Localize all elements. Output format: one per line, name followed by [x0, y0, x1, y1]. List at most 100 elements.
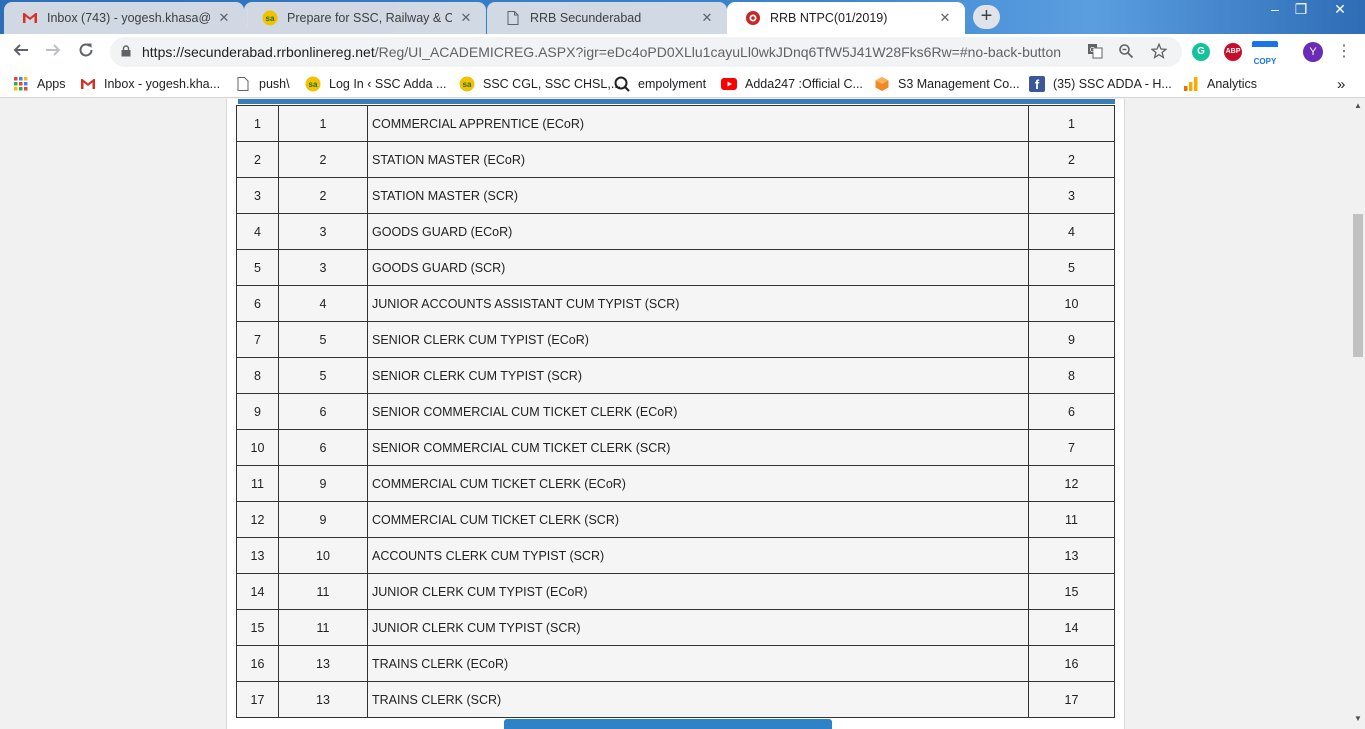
serial-number-cell: 5 [236, 249, 279, 286]
post-name-cell: JUNIOR CLERK CUM TYPIST (ECoR) [367, 573, 1029, 610]
preference-cell: 4 [1028, 213, 1115, 250]
post-name-cell: SENIOR CLERK CUM TYPIST (ECoR) [367, 321, 1029, 358]
back-button[interactable] [9, 40, 33, 64]
analytics-icon [1183, 76, 1199, 92]
bookmarks-bar: Apps Inbox - yogesh.kha... push\ sa Log … [0, 70, 1365, 98]
serial-number-cell: 17 [236, 681, 279, 718]
apps-icon [13, 76, 29, 92]
close-icon[interactable]: ✕ [699, 10, 715, 26]
gmail-icon [80, 76, 96, 92]
tab-rrb-secunderabad[interactable]: RRB Secunderabad ✕ [487, 2, 727, 34]
bookmark-apps[interactable]: Apps [13, 70, 66, 98]
post-code-cell: 11 [278, 609, 368, 646]
preference-cell: 16 [1028, 645, 1115, 682]
adblock-plus-icon[interactable]: ABP [1224, 43, 1242, 61]
table-row: 8 5 SENIOR CLERK CUM TYPIST (SCR) 8 [236, 357, 1115, 394]
bottom-action-bar[interactable] [504, 719, 832, 729]
bookmark-label: S3 Management Co... [898, 77, 1020, 91]
menu-kebab-icon[interactable]: ⋮ [1332, 40, 1356, 64]
post-code-cell: 6 [278, 429, 368, 466]
post-name-cell: ACCOUNTS CLERK CUM TYPIST (SCR) [367, 537, 1029, 574]
bookmark-analytics[interactable]: Analytics [1183, 70, 1257, 98]
tab-title: RRB NTPC(01/2019) [770, 11, 888, 25]
profile-avatar[interactable]: Y [1303, 42, 1323, 62]
forward-button[interactable] [41, 40, 65, 64]
url-path: /Reg/UI_ACADEMICREG.ASPX?igr=eDc4oPD0XLl… [374, 44, 1062, 60]
bookmark-ssc-adda-facebook[interactable]: f (35) SSC ADDA - H... [1029, 70, 1172, 98]
preference-cell: 11 [1028, 501, 1115, 538]
post-code-cell: 9 [278, 501, 368, 538]
tab-gmail-inbox[interactable]: Inbox (743) - yogesh.khasa@adda ✕ [4, 2, 244, 34]
serial-number-cell: 12 [236, 501, 279, 538]
maximize-button[interactable]: ❐ [1287, 0, 1315, 18]
preference-cell: 17 [1028, 681, 1115, 718]
table-row: 14 11 JUNIOR CLERK CUM TYPIST (ECoR) 15 [236, 573, 1115, 610]
post-code-cell: 5 [278, 357, 368, 394]
bookmark-adda247[interactable]: Adda247 :Official C... [721, 70, 863, 98]
bookmarks-overflow-button[interactable]: » [1337, 70, 1345, 98]
preference-cell: 14 [1028, 609, 1115, 646]
preference-cell: 13 [1028, 537, 1115, 574]
bookmark-star-icon[interactable] [1150, 42, 1168, 61]
serial-number-cell: 1 [236, 105, 279, 142]
bookmark-ssc-cgl[interactable]: sa SSC CGL, SSC CHSL,... [459, 70, 621, 98]
post-name-cell: GOODS GUARD (ECoR) [367, 213, 1029, 250]
vertical-scrollbar[interactable]: ▲ ▼ [1351, 99, 1365, 729]
serial-number-cell: 3 [236, 177, 279, 214]
close-icon[interactable]: ✕ [458, 10, 474, 26]
tab-prepare-ssc[interactable]: sa Prepare for SSC, Railway & Other ✕ [244, 2, 486, 34]
lock-icon [121, 45, 131, 57]
bookmark-inbox[interactable]: Inbox - yogesh.kha... [80, 70, 220, 98]
svg-text:G: G [1090, 47, 1095, 54]
panel-header-bar [238, 99, 1115, 104]
new-tab-button[interactable]: + [973, 5, 1000, 29]
window-close-button[interactable]: ✕ [1326, 0, 1354, 18]
post-code-cell: 1 [278, 105, 368, 142]
preference-cell: 15 [1028, 573, 1115, 610]
serial-number-cell: 15 [236, 609, 279, 646]
table-row: 11 9 COMMERCIAL CUM TICKET CLERK (ECoR) 12 [236, 465, 1115, 502]
grammarly-icon[interactable]: G [1192, 43, 1210, 61]
close-icon[interactable]: ✕ [216, 10, 232, 26]
browser-toolbar: https://secunderabad.rrbonlinereg.net/Re… [0, 34, 1365, 70]
post-name-cell: COMMERCIAL CUM TICKET CLERK (SCR) [367, 501, 1029, 538]
table-row: 2 2 STATION MASTER (ECoR) 2 [236, 141, 1115, 178]
preference-cell: 10 [1028, 285, 1115, 322]
post-code-cell: 4 [278, 285, 368, 322]
table-row: 6 4 JUNIOR ACCOUNTS ASSISTANT CUM TYPIST (… [236, 285, 1115, 322]
tab-title: Prepare for SSC, Railway & Other [287, 11, 452, 25]
scroll-up-arrow-icon[interactable]: ▲ [1351, 99, 1365, 113]
forward-arrow-icon [46, 44, 61, 56]
table-row: 9 6 SENIOR COMMERCIAL CUM TICKET CLERK (EC… [236, 393, 1115, 430]
address-bar[interactable]: https://secunderabad.rrbonlinereg.net/Re… [110, 37, 1182, 67]
url-text[interactable]: https://secunderabad.rrbonlinereg.net/Re… [142, 37, 1061, 67]
scroll-down-arrow-icon[interactable]: ▼ [1351, 712, 1365, 726]
minimize-button[interactable]: – [1261, 0, 1289, 18]
svg-text:sa: sa [266, 14, 275, 23]
translate-icon[interactable]: G [1086, 43, 1104, 61]
bookmark-label: Log In ‹ SSC Adda ... [329, 77, 447, 91]
bookmark-ssc-adda-login[interactable]: sa Log In ‹ SSC Adda ... [305, 70, 446, 98]
table-row: 5 3 GOODS GUARD (SCR) 5 [236, 249, 1115, 286]
post-name-cell: JUNIOR CLERK CUM TYPIST (SCR) [367, 609, 1029, 646]
zoom-icon[interactable] [1117, 43, 1135, 61]
serial-number-cell: 7 [236, 321, 279, 358]
bookmark-label: Analytics [1207, 77, 1258, 91]
reload-button[interactable] [74, 40, 98, 64]
close-icon[interactable]: ✕ [937, 10, 953, 26]
bookmark-push[interactable]: push\ [235, 70, 290, 98]
tab-rrb-ntpc[interactable]: RRB NTPC(01/2019) ✕ [727, 2, 965, 34]
table-row: 17 13 TRAINS CLERK (SCR) 17 [236, 681, 1115, 718]
bookmark-empolyment[interactable]: empolyment [614, 70, 706, 98]
scrollbar-thumb[interactable] [1353, 214, 1363, 357]
table-row: 1 1 COMMERCIAL APPRENTICE (ECoR) 1 [236, 105, 1115, 142]
table-row: 7 5 SENIOR CLERK CUM TYPIST (ECoR) 9 [236, 321, 1115, 358]
post-name-cell: TRAINS CLERK (ECoR) [367, 645, 1029, 682]
bookmark-s3-management[interactable]: S3 Management Co... [874, 70, 1020, 98]
tab-strip: Inbox (743) - yogesh.khasa@adda ✕ sa Pre… [0, 0, 1365, 34]
copy-extension-icon[interactable]: COPY [1252, 41, 1278, 66]
post-name-cell: SENIOR COMMERCIAL CUM TICKET CLERK (ECoR… [367, 393, 1029, 430]
table-row: 13 10 ACCOUNTS CLERK CUM TYPIST (SCR) 13 [236, 537, 1115, 574]
bookmark-label: push\ [259, 77, 290, 91]
table-body: 1 1 COMMERCIAL APPRENTICE (ECoR) 1 2 2 STATION… [236, 105, 1115, 718]
